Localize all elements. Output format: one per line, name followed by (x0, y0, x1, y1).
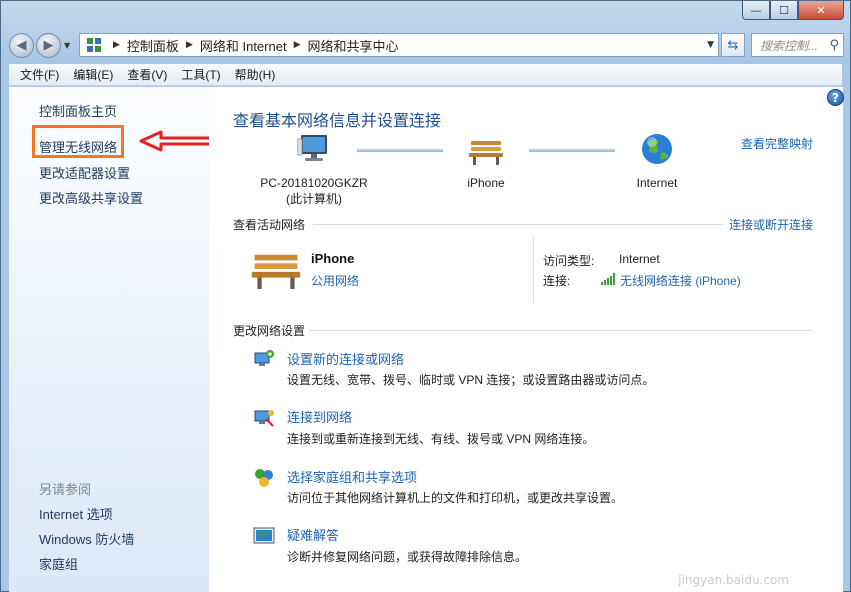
network-type-link[interactable]: 公用网络 (311, 272, 359, 289)
access-type-value: Internet (619, 252, 660, 266)
breadcrumb-control-panel[interactable]: 控制面板 (127, 36, 179, 55)
menu-bar: 文件(F) 编辑(E) 查看(V) 工具(T) 帮助(H) (9, 64, 842, 86)
node-internet-label: Internet (636, 176, 678, 190)
help-button[interactable]: ? (827, 89, 844, 106)
refresh-button[interactable]: ⇆ (721, 33, 745, 57)
sidebar-link-windows-firewall[interactable]: Windows 防火墙 (39, 529, 134, 548)
maximize-button[interactable]: ☐ (770, 1, 798, 20)
task-setup-connection-link[interactable]: 设置新的连接或网络 (287, 349, 404, 368)
sidebar: 控制面板主页 管理无线网络 更改适配器设置 更改高级共享设置 另请参阅 Inte… (9, 87, 235, 592)
refresh-icon: ⇆ (727, 37, 739, 53)
close-button[interactable]: ✕ (798, 1, 844, 20)
back-button[interactable]: ◀ (9, 32, 34, 58)
menu-view[interactable]: 查看(V) (120, 66, 174, 83)
help-icon: ? (832, 90, 839, 105)
task-troubleshoot-link[interactable]: 疑难解答 (287, 525, 339, 544)
breadcrumb-separator-icon: ▶ (113, 40, 120, 50)
active-network-bench-icon (251, 254, 301, 289)
breadcrumb-network-sharing-center[interactable]: 网络和共享中心 (307, 36, 398, 55)
sidebar-link-homegroup[interactable]: 家庭组 (39, 554, 78, 573)
forward-arrow-icon: ▶ (43, 37, 54, 53)
sidebar-link-control-panel-home[interactable]: 控制面板主页 (39, 101, 117, 120)
minimize-button[interactable]: — (742, 1, 770, 20)
see-also-label: 另请参阅 (39, 482, 92, 497)
change-settings-header: 更改网络设置 (233, 324, 306, 338)
search-input[interactable]: 搜索控制... (760, 37, 818, 54)
history-dropdown-icon[interactable]: ▼ (64, 41, 70, 50)
vertical-divider (533, 237, 534, 303)
divider (309, 330, 813, 331)
breadcrumb-separator-icon[interactable]: ▶ (294, 40, 301, 50)
task-setup-connection-desc: 设置无线、宽带、拨号、临时或 VPN 连接；或设置路由器或访问点。 (287, 373, 655, 387)
task-connect-network-link[interactable]: 连接到网络 (287, 407, 352, 426)
computer-name: PC-20181020GKZR (260, 176, 368, 190)
forward-button[interactable]: ▶ (36, 32, 61, 58)
address-bar[interactable]: ▶ 控制面板 ▶ 网络和 Internet ▶ 网络和共享中心 ▼ (79, 33, 719, 57)
node-iphone-label: iPhone (467, 176, 505, 190)
sidebar-link-advanced-sharing[interactable]: 更改高级共享设置 (39, 188, 143, 207)
back-arrow-icon: ◀ (16, 37, 27, 53)
globe-icon (642, 134, 672, 164)
main-panel: 查看基本网络信息并设置连接 查看完整映射 PC-20181020GKZR (此计… (209, 87, 843, 592)
active-network-name: iPhone (311, 251, 355, 266)
page-title: 查看基本网络信息并设置连接 (233, 113, 442, 130)
menu-tools[interactable]: 工具(T) (174, 66, 227, 83)
search-box[interactable]: 搜索控制... ⚲ (751, 33, 844, 57)
search-icon[interactable]: ⚲ (829, 38, 839, 53)
navigation-bar: ◀ ▶ ▼ ▶ 控制面板 ▶ 网络和 Internet ▶ 网络和共享中心 ▼ … (9, 31, 844, 59)
task-homegroup-desc: 访问位于其他网络计算机上的文件和打印机，或更改共享设置。 (287, 491, 624, 505)
connector-line (529, 149, 615, 152)
address-dropdown-icon[interactable]: ▼ (707, 40, 714, 50)
divider (313, 224, 723, 225)
baidu-watermark: Bai du 经验 (631, 534, 799, 567)
breadcrumb-network-internet[interactable]: 网络和 Internet (200, 36, 287, 55)
breadcrumb-separator-icon[interactable]: ▶ (186, 40, 193, 50)
task-connect-network-desc: 连接到或重新连接到无线、有线、拨号或 VPN 网络连接。 (287, 432, 595, 446)
node-computer-label: PC-20181020GKZR (此计算机) (249, 175, 379, 207)
access-type-label: 访问类型: (543, 254, 595, 268)
wifi-signal-icon (601, 273, 615, 285)
connect-network-icon (254, 410, 274, 427)
connection-label: 连接: (543, 274, 571, 288)
control-panel-icon (87, 38, 101, 52)
computer-sublabel: (此计算机) (286, 192, 342, 206)
network-sharing-center-window: — ☐ ✕ ◀ ▶ ▼ ▶ 控制面板 ▶ 网络和 Internet ▶ 网络和共… (0, 0, 851, 592)
connect-disconnect-link[interactable]: 连接或断开连接 (729, 216, 813, 233)
menu-edit[interactable]: 编辑(E) (66, 66, 120, 83)
setup-connection-icon (254, 350, 274, 366)
bench-icon (469, 141, 503, 165)
troubleshoot-icon (253, 527, 275, 544)
highlight-box (32, 125, 124, 158)
caption-buttons: — ☐ ✕ (742, 1, 844, 20)
sidebar-link-change-adapter[interactable]: 更改适配器设置 (39, 163, 130, 182)
sidebar-link-internet-options[interactable]: Internet 选项 (39, 504, 113, 523)
active-networks-header: 查看活动网络 (233, 218, 306, 232)
computer-icon (297, 135, 327, 161)
homegroup-sharing-icon (255, 469, 273, 487)
connector-line (357, 149, 443, 152)
task-homegroup-link[interactable]: 选择家庭组和共享选项 (287, 467, 417, 486)
menu-help[interactable]: 帮助(H) (228, 66, 283, 83)
wireless-connection-link[interactable]: 无线网络连接 (iPhone) (620, 272, 741, 289)
baidu-watermark-url: jingyan.baidu.com (678, 573, 789, 587)
view-full-map-link[interactable]: 查看完整映射 (741, 135, 813, 152)
task-troubleshoot-desc: 诊断并修复网络问题，或获得故障排除信息。 (287, 550, 528, 564)
menu-file[interactable]: 文件(F) (13, 66, 66, 83)
